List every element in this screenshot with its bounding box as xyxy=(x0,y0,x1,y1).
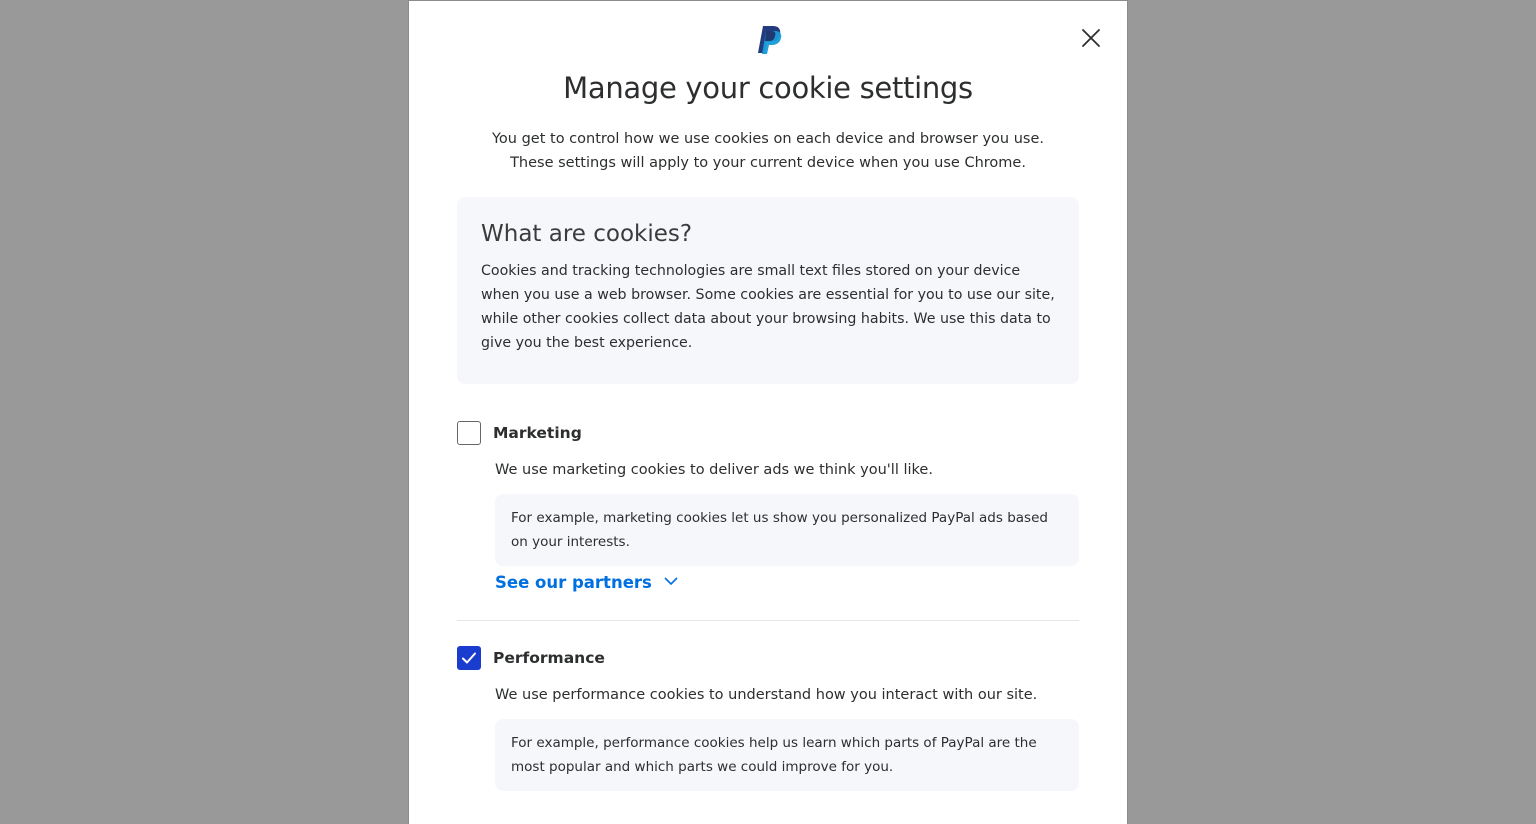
close-icon[interactable] xyxy=(1079,26,1103,50)
performance-example: For example, performance cookies help us… xyxy=(495,719,1079,791)
partners-link-label: See our partners xyxy=(495,573,652,592)
cookie-settings-modal: Manage your cookie settings You get to c… xyxy=(408,0,1128,824)
what-are-cookies-panel: What are cookies? Cookies and tracking t… xyxy=(457,197,1079,384)
info-heading: What are cookies? xyxy=(481,221,693,247)
marketing-section: Marketing We use marketing cookies to de… xyxy=(457,421,1079,601)
checkmark-icon xyxy=(462,652,476,664)
performance-label: Performance xyxy=(493,649,605,667)
marketing-example: For example, marketing cookies let us sh… xyxy=(495,494,1079,566)
performance-section: Performance We use performance cookies t… xyxy=(457,646,1079,824)
chevron-down-icon xyxy=(664,577,678,586)
info-body: Cookies and tracking technologies are sm… xyxy=(481,263,1055,351)
performance-description: We use performance cookies to understand… xyxy=(495,687,1038,703)
modal-intro: You get to control how we use cookies on… xyxy=(492,131,1044,171)
marketing-checkbox[interactable] xyxy=(457,421,481,445)
section-divider xyxy=(457,620,1079,621)
marketing-description: We use marketing cookies to deliver ads … xyxy=(495,462,933,478)
modal-title: Manage your cookie settings xyxy=(563,71,973,105)
marketing-label: Marketing xyxy=(493,424,582,442)
performance-checkbox[interactable] xyxy=(457,646,481,670)
paypal-logo-icon xyxy=(755,25,783,55)
see-our-partners-link[interactable]: See our partners xyxy=(495,571,678,595)
